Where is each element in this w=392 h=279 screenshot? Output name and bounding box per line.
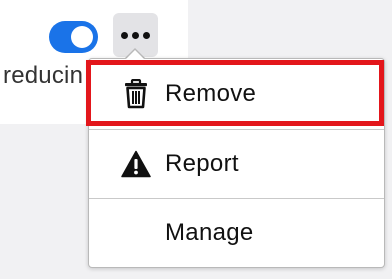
more-horizontal-icon-dot	[143, 31, 150, 39]
background-text: reducin	[3, 62, 84, 89]
menu-caret-fill	[125, 50, 145, 60]
menu-item-label: Report	[165, 150, 239, 177]
feature-toggle[interactable]	[49, 21, 98, 53]
menu-item-manage[interactable]: Manage	[89, 198, 384, 267]
more-horizontal-icon-dot	[132, 31, 139, 39]
context-menu: Remove Report Manage	[88, 58, 385, 268]
menu-item-report[interactable]: Report	[89, 129, 384, 198]
trash-icon	[121, 79, 151, 109]
toggle-knob	[71, 26, 93, 48]
menu-item-label: Manage	[165, 219, 254, 246]
menu-item-remove[interactable]: Remove	[89, 59, 384, 129]
menu-item-label: Remove	[165, 80, 257, 107]
warning-icon	[121, 149, 151, 179]
more-horizontal-icon	[121, 31, 128, 39]
